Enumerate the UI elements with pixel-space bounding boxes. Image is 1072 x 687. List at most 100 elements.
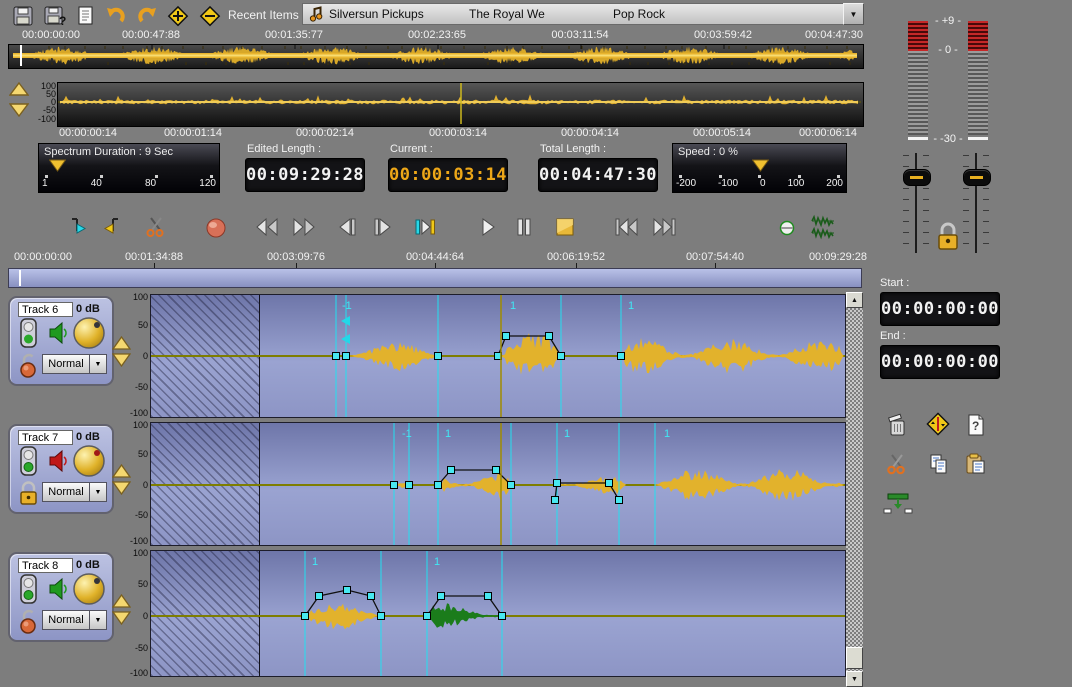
recent-item-1[interactable]: Silversun Pickups [329, 7, 424, 21]
speaker-icon[interactable] [48, 577, 68, 601]
track-zoom-up-button[interactable] [112, 464, 131, 478]
volume-knob[interactable] [72, 572, 106, 606]
track-lane-7[interactable]: -1111 [150, 422, 846, 546]
track-name-field[interactable] [18, 558, 73, 573]
recent-items-label: Recent Items : [228, 8, 305, 22]
navigate-diamond-minus-icon[interactable] [199, 5, 221, 27]
edited-length-display: 00:09:29:28 [245, 158, 365, 192]
svg-text:1: 1 [434, 556, 440, 568]
horizontal-scrollbar[interactable] [8, 268, 862, 288]
ruler-top-2: 00:01:35:77 [265, 29, 323, 41]
stop-button[interactable] [553, 215, 577, 239]
svg-text:?: ? [972, 419, 979, 433]
svg-text:1: 1 [510, 300, 516, 312]
record-arm-indicator[interactable] [20, 574, 37, 604]
track-name-field[interactable] [18, 430, 73, 445]
play-button[interactable] [475, 215, 499, 239]
speed-tick-labels: -200-100 0100 200 [673, 178, 846, 189]
fader-link-lock-icon[interactable] [934, 220, 962, 252]
navigate-diamond-plus-icon[interactable] [167, 5, 189, 27]
svg-text:1: 1 [445, 428, 451, 440]
track-mode-dropdown-arrow[interactable]: ▼ [89, 482, 107, 502]
spectrum-duration-slider[interactable] [49, 159, 66, 172]
volume-knob[interactable] [72, 316, 106, 350]
ruler-edit-1: 00:01:34:88 [125, 251, 183, 263]
record-button[interactable] [205, 217, 227, 239]
step-back-button[interactable] [334, 215, 358, 239]
save-as-button[interactable]: ? [44, 5, 66, 27]
redo-button[interactable] [136, 5, 158, 27]
scroll-down-button[interactable]: ▼ [846, 671, 863, 687]
help-button[interactable]: ? [964, 412, 988, 438]
mark-in-button[interactable] [64, 215, 88, 239]
split-button[interactable] [926, 412, 950, 436]
paste-button[interactable] [964, 452, 988, 476]
track-mode-dropdown-arrow[interactable]: ▼ [89, 354, 107, 374]
rewind-button[interactable] [254, 215, 280, 239]
delete-button[interactable] [885, 412, 909, 438]
speed-slider[interactable] [752, 159, 769, 172]
record-arm-indicator[interactable] [20, 318, 37, 348]
selection-start-label: Start : [880, 277, 909, 289]
fader-handle[interactable] [903, 169, 931, 186]
sync-button[interactable] [779, 220, 795, 236]
track-zoom-up-button[interactable] [112, 336, 131, 350]
record-arm-indicator[interactable] [20, 446, 37, 476]
spectrum-view[interactable] [57, 82, 864, 127]
mark-out-button[interactable] [102, 215, 126, 239]
selection-start-display: 00:00:00:00 [880, 292, 1000, 326]
track-name-field[interactable] [18, 302, 73, 317]
track-mode-select[interactable]: Normal [42, 482, 90, 502]
fader-right[interactable] [963, 153, 989, 253]
save-button[interactable] [12, 5, 34, 27]
volume-knob[interactable] [72, 444, 106, 478]
fast-forward-button[interactable] [291, 215, 317, 239]
recent-items-bar[interactable]: Silversun Pickups The Royal We Pop Rock [302, 3, 844, 25]
fader-left[interactable] [903, 153, 929, 253]
speaker-icon[interactable] [48, 449, 68, 473]
track-lane-8[interactable]: 11 [150, 550, 846, 677]
speaker-icon[interactable] [48, 321, 68, 345]
total-length-label: Total Length : [540, 143, 606, 155]
edited-length-label: Edited Length : [247, 143, 321, 155]
lock-icon[interactable] [18, 352, 40, 378]
track-mode-select[interactable]: Normal [42, 610, 90, 630]
cut-button[interactable] [144, 215, 168, 239]
undo-button[interactable] [105, 5, 127, 27]
dual-waveform-button[interactable] [810, 214, 838, 240]
spectrum-ruler-2: 00:00:02:14 [296, 127, 354, 139]
cut-clip-button[interactable] [885, 452, 909, 476]
spectrum-ruler-6: 00:00:06:14 [799, 127, 857, 139]
total-length-display: 00:04:47:30 [538, 158, 658, 192]
track-lane-6[interactable]: -111 [150, 294, 846, 418]
track-mode-select[interactable]: Normal [42, 354, 90, 374]
svg-text:-1: -1 [342, 300, 352, 312]
recent-item-2[interactable]: The Royal We [469, 7, 545, 21]
track-mode-dropdown-arrow[interactable]: ▼ [89, 610, 107, 630]
scroll-up-button[interactable]: ▲ [846, 292, 863, 308]
recent-item-3[interactable]: Pop Rock [613, 7, 665, 21]
ruler-edit-0: 00:00:00:00 [14, 251, 72, 263]
zoom-scale-down-button[interactable] [9, 103, 29, 117]
recent-items-dropdown-button[interactable]: ▼ [843, 3, 864, 25]
scrollbar-track[interactable] [846, 308, 863, 671]
new-document-button[interactable] [75, 5, 97, 27]
play-selection-button[interactable] [413, 215, 437, 239]
ruler-top-0: 00:00:00:00 [22, 29, 80, 41]
copy-button[interactable] [927, 452, 951, 476]
pause-button[interactable] [512, 215, 536, 239]
step-forward-button[interactable] [372, 215, 396, 239]
lock-icon[interactable] [18, 480, 40, 506]
overview-waveform[interactable] [8, 44, 864, 69]
fader-handle[interactable] [963, 169, 991, 186]
mixdown-button[interactable] [882, 492, 914, 514]
lock-icon[interactable] [18, 608, 40, 634]
go-to-end-button[interactable] [651, 215, 678, 239]
track-zoom-up-button[interactable] [112, 594, 131, 608]
scrollbar-thumb[interactable] [846, 647, 863, 669]
svg-text:-1: -1 [402, 428, 412, 440]
vertical-scrollbar[interactable]: ▲ ▼ [846, 292, 863, 687]
go-to-start-button[interactable] [613, 215, 640, 239]
svg-text:?: ? [59, 14, 66, 27]
zoom-scale-up-button[interactable] [9, 82, 29, 96]
